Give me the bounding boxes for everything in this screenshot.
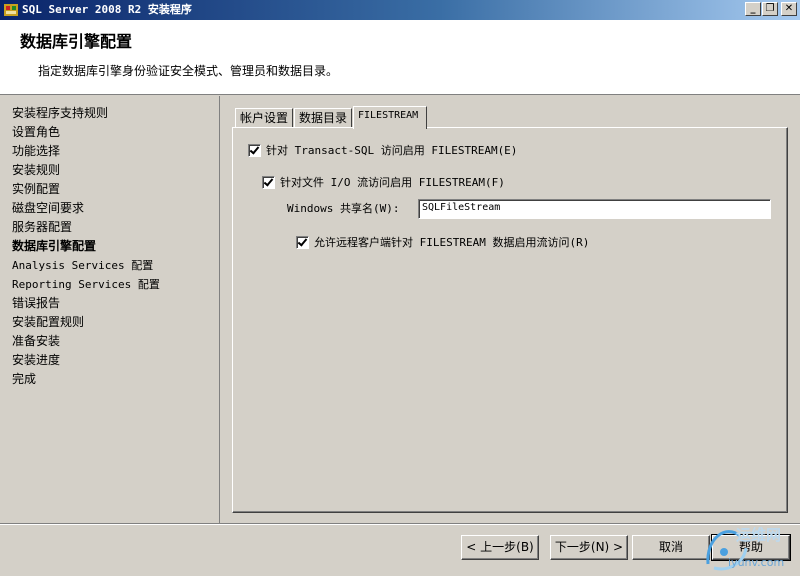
allow-remote-label[interactable]: 允许远程客户端针对 FILESTREAM 数据启用流访问(R) — [314, 236, 589, 249]
enable-tsql-label[interactable]: 针对 Transact-SQL 访问启用 FILESTREAM(E) — [266, 144, 517, 157]
sidebar-item-database-engine-configuration[interactable]: 数据库引擎配置 — [12, 237, 96, 256]
allow-remote-checkbox[interactable] — [296, 236, 309, 249]
sidebar-item-setup-support-rules[interactable]: 安装程序支持规则 — [12, 104, 108, 123]
page-title: 数据库引擎配置 — [20, 32, 133, 51]
tab-filestream[interactable]: FILESTREAM — [353, 106, 427, 129]
close-button[interactable]: ✕ — [781, 2, 797, 16]
minimize-icon: _ — [750, 3, 756, 14]
share-name-input[interactable]: SQLFileStream — [418, 199, 771, 219]
title-bar[interactable]: SQL Server 2008 R2 安装程序 _ ❐ ✕ — [0, 0, 800, 20]
sidebar-item-disk-space[interactable]: 磁盘空间要求 — [12, 199, 84, 218]
page-header: 数据库引擎配置 指定数据库引擎身份验证安全模式、管理员和数据目录。 — [0, 20, 800, 95]
sidebar-item-error-reporting[interactable]: 错误报告 — [12, 294, 60, 313]
enable-tsql-checkbox[interactable] — [248, 144, 261, 157]
sql-server-app-icon — [4, 4, 18, 16]
cancel-button[interactable]: 取消 — [632, 535, 710, 560]
sidebar-item-server-configuration[interactable]: 服务器配置 — [12, 218, 72, 237]
sidebar-item-setup-role[interactable]: 设置角色 — [12, 123, 60, 142]
sidebar-item-installation-configuration-rules[interactable]: 安装配置规则 — [12, 313, 84, 332]
sidebar-item-complete[interactable]: 完成 — [12, 370, 36, 389]
help-button[interactable]: 帮助 — [711, 534, 791, 561]
enable-file-io-checkbox[interactable] — [262, 176, 275, 189]
share-name-label: Windows 共享名(W): — [287, 202, 400, 215]
restore-button[interactable]: ❐ — [762, 2, 778, 16]
next-button[interactable]: 下一步(N) > — [550, 535, 628, 560]
sidebar-item-analysis-services[interactable]: Analysis Services 配置 — [12, 256, 153, 275]
sidebar-steps: 安装程序支持规则 设置角色 功能选择 安装规则 实例配置 磁盘空间要求 服务器配… — [0, 96, 220, 524]
footer-divider — [0, 523, 800, 525]
sidebar-item-instance-configuration[interactable]: 实例配置 — [12, 180, 60, 199]
sidebar-item-ready-to-install[interactable]: 准备安装 — [12, 332, 60, 351]
sidebar-item-installation-progress[interactable]: 安装进度 — [12, 351, 60, 370]
sidebar-item-feature-selection[interactable]: 功能选择 — [12, 142, 60, 161]
page-description: 指定数据库引擎身份验证安全模式、管理员和数据目录。 — [38, 64, 339, 78]
window-title: SQL Server 2008 R2 安装程序 — [22, 3, 192, 16]
sidebar-item-installation-rules[interactable]: 安装规则 — [12, 161, 60, 180]
restore-icon: ❐ — [765, 3, 775, 14]
tab-data-directories[interactable]: 数据目录 — [294, 108, 352, 128]
back-button[interactable]: < 上一步(B) — [461, 535, 539, 560]
enable-file-io-label[interactable]: 针对文件 I/O 流访问启用 FILESTREAM(F) — [280, 176, 505, 189]
close-icon: ✕ — [784, 3, 794, 14]
minimize-button[interactable]: _ — [745, 2, 761, 16]
sidebar-item-reporting-services[interactable]: Reporting Services 配置 — [12, 275, 160, 294]
tab-account-settings[interactable]: 帐户设置 — [235, 108, 293, 128]
